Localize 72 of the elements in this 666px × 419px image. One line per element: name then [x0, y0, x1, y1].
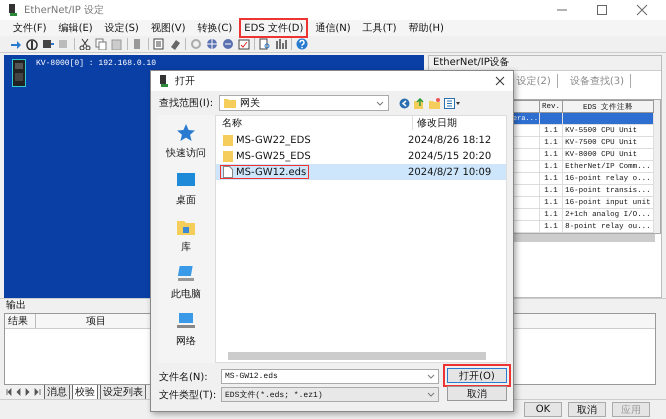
up-folder-icon[interactable] — [414, 98, 425, 108]
column-header: 结果 — [5, 314, 36, 328]
column-header[interactable]: 修改日期 — [412, 116, 457, 130]
chevron-down-icon — [427, 374, 435, 379]
dialog-button[interactable]: OK — [524, 402, 562, 417]
tab[interactable]: 设定列表 — [100, 384, 146, 400]
scissors-icon[interactable] — [79, 38, 91, 50]
menu-item[interactable]: 转换(C) — [192, 18, 238, 38]
sidebar-item[interactable]: 网络 — [176, 311, 196, 348]
tab[interactable]: 设备查找(3) — [564, 74, 631, 88]
sidebar-item[interactable]: 快速访问 — [166, 123, 206, 160]
file-name: MS-GW25_EDS — [220, 149, 314, 163]
tab[interactable]: 消息 — [44, 384, 70, 400]
copy-icon[interactable] — [95, 38, 107, 50]
column-header: 项目 — [85, 315, 107, 328]
menu-item[interactable]: 工具(T) — [358, 18, 402, 38]
computer-icon — [176, 264, 196, 284]
chart-icon[interactable] — [275, 38, 287, 50]
close-icon[interactable] — [495, 76, 505, 86]
field-label: 文件名(N): — [159, 370, 209, 384]
tab[interactable]: 校验 — [72, 384, 98, 400]
menu-item[interactable]: 编辑(E) — [54, 18, 98, 38]
navigation-arrows-icon[interactable] — [6, 388, 42, 396]
app-icon — [159, 75, 169, 87]
document-icon[interactable] — [153, 38, 165, 50]
close-icon[interactable] — [636, 4, 648, 16]
menu-item[interactable]: 文件(F) — [8, 18, 52, 38]
dialog-title: 打开 — [175, 74, 196, 88]
field-label: 查找范围(I): — [159, 96, 214, 110]
back-icon[interactable] — [399, 98, 410, 108]
field-label: 文件类型(T): — [159, 388, 217, 402]
column-header[interactable]: 名称 — [216, 116, 412, 130]
file-type-dropdown[interactable]: EDS文件(*.eds; *.ez1) — [221, 387, 439, 402]
folder-icon — [223, 150, 233, 162]
new-folder-icon[interactable] — [429, 98, 440, 108]
menu-item[interactable]: 设定(S) — [100, 18, 144, 38]
menu-item[interactable]: 视图(V) — [146, 18, 190, 38]
eraser-icon[interactable] — [169, 38, 181, 50]
folder-dropdown[interactable]: 网关 — [219, 95, 389, 111]
view-menu-icon[interactable] — [444, 98, 460, 108]
scrollbar[interactable] — [228, 352, 486, 360]
maximize-icon[interactable] — [596, 4, 608, 16]
device-label: KV-8000[0] : 192.168.0.10 — [36, 59, 156, 68]
panel-title: EtherNet/IP设备 — [429, 56, 661, 71]
app-icon — [8, 4, 18, 16]
menu-item[interactable]: 帮助(H) — [404, 18, 449, 38]
dialog-button[interactable]: 取消 — [568, 402, 606, 417]
plc-unit-icon[interactable] — [12, 59, 26, 87]
panel-title: 输出 — [5, 299, 27, 313]
folder-icon — [224, 98, 236, 108]
chevron-down-icon — [427, 392, 435, 397]
sidebar-item[interactable]: 库 — [176, 217, 196, 254]
file-row[interactable]: MS-GW12.eds 2024/8/27 10:09 — [216, 164, 506, 180]
menu-item[interactable]: EDS 文件(D) — [239, 18, 308, 38]
chevron-down-icon — [376, 100, 384, 106]
arrow-icon[interactable] — [10, 38, 22, 50]
folder-icon — [223, 134, 233, 146]
star-icon — [176, 123, 196, 143]
checklist-icon[interactable] — [238, 38, 250, 50]
sidebar-item[interactable]: 此电脑 — [171, 264, 201, 301]
menu-item[interactable]: 通信(N) — [310, 18, 356, 38]
file-name: MS-GW22_EDS — [220, 133, 314, 147]
cancel-button[interactable]: 取消 — [447, 386, 507, 401]
file-name: MS-GW12.eds — [220, 165, 310, 179]
help-icon[interactable] — [296, 38, 308, 50]
document-icon — [223, 166, 233, 178]
magnifier-icon[interactable] — [259, 38, 271, 50]
sidebar-item[interactable]: 桌面 — [176, 170, 196, 207]
network-icon — [176, 311, 196, 331]
scrollbar[interactable] — [654, 100, 660, 233]
window-title: EtherNet/IP 设定 — [24, 4, 105, 17]
filename-field[interactable]: MS-GW12.eds — [221, 369, 439, 384]
